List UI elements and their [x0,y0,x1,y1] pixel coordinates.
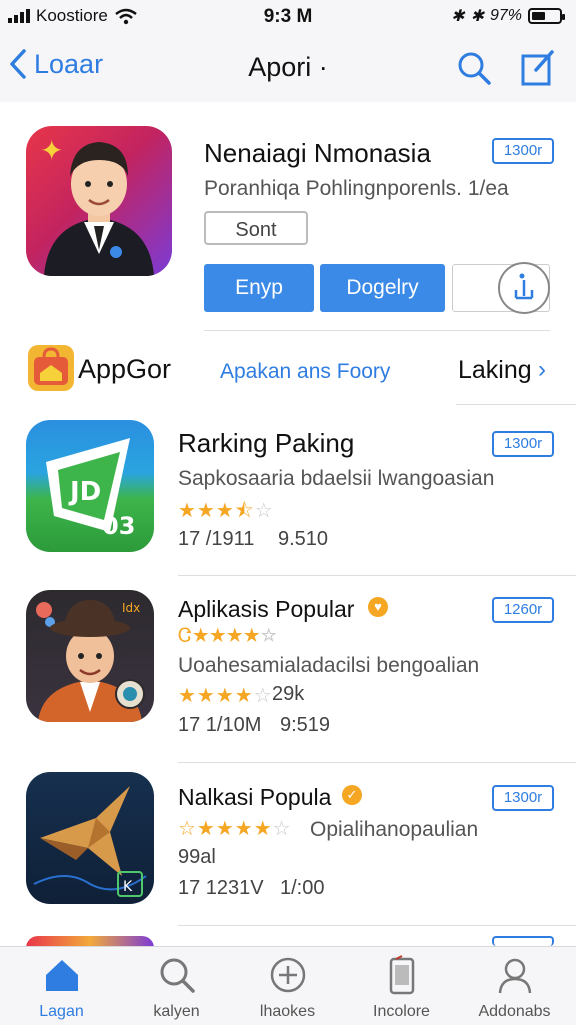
character-icon: Idx [36,600,145,722]
featured-size-badge: 1300r [492,138,554,164]
section-link[interactable]: Apakan ans Foory [220,360,390,384]
secondary-action-button[interactable]: Dogelry [320,264,445,312]
sort-button[interactable]: Sont [204,211,308,245]
compose-icon[interactable] [518,48,558,88]
icon-badge: Idx [122,601,140,615]
tab-search[interactable]: kalyen [119,947,234,1025]
tab-bar: Lagan kalyen lhaokes Incolore Addonabs [0,946,576,1025]
divider [178,575,576,576]
add-circle-icon [270,957,306,993]
origami-bird-icon: K [33,786,147,897]
review-count: 17 1231V [178,877,264,899]
verified-badge-icon: ✓ [342,785,362,805]
star-rating: ★★★★☆ [178,685,273,707]
size-badge: 1260r [492,597,554,623]
divider [456,404,576,405]
tab-label: Lagan [39,1003,84,1020]
status-right: ✱ ✱ 97% [451,6,565,26]
list-item-description: Opialihanopaulian [310,818,479,841]
svg-text:✦: ✦ [40,134,63,167]
tab-label: kalyen [153,1003,200,1020]
svg-text:K: K [123,879,133,895]
search-icon [160,958,195,993]
tab-add[interactable]: lhaokes [230,947,345,1025]
home-icon [46,960,78,991]
divider [178,925,576,926]
size-badge-peek [492,936,554,946]
rating-label: 29k [272,683,305,705]
section-title: AppGor [78,354,172,384]
character-avatar-icon: ✦ [40,134,154,276]
divider [178,762,576,763]
score: 9:519 [280,714,331,736]
list-item-title[interactable]: Aplikasis Popular [178,596,354,623]
star-rating: ☆★★★★☆ [178,818,292,840]
divider [204,330,550,331]
review-count: 17 1/10M [178,714,262,736]
review-count: 17 /1911 [178,528,255,550]
featured-app-title[interactable]: Nenaiagi Nmonasia [204,138,431,169]
bluetooth-icon-2: ✱ [470,8,484,25]
svg-text:JD: JD [68,477,101,507]
verified-badge-icon: ♥ [368,597,388,617]
chevron-right-icon[interactable]: › [538,356,546,384]
status-bar: Koostiore 9:3 M ✱ ✱ 97% [0,0,576,34]
tab-home[interactable]: Lagan [4,947,119,1025]
tab-phone[interactable]: Incolore [344,947,459,1025]
list-item-description: Uoahesamialadacilsi bengoalian [178,654,480,677]
battery-percent: 97% [489,7,522,24]
list-item-icon[interactable]: K [26,772,154,904]
tab-label: Addonabs [478,1003,551,1020]
battery-icon [528,8,565,24]
list-item-extra: 99al [178,846,216,868]
download-button[interactable] [498,262,550,314]
navigation-bar: Loaar Apori · [0,34,576,102]
featured-app-subtitle: Poranhiqa Pohlingnporenls. 1/ea [204,177,509,200]
bluetooth-icon: ✱ [451,8,465,25]
tab-label: Incolore [373,1003,430,1020]
list-item-description: Sapkosaaria bdaelsii lwangoasian [178,467,495,490]
play-flag-icon: JD 03 [46,438,135,540]
tab-label: lhaokes [259,1003,316,1020]
phone-icon [389,955,415,995]
star-rating: ★★★⯪☆ [178,500,274,522]
size-badge: 1300r [492,431,554,457]
tab-profile[interactable]: Addonabs [457,947,572,1025]
section-bag-icon [28,345,74,391]
list-item-icon[interactable]: Idx [26,590,154,722]
score: 9.510 [278,528,329,550]
score: 1/:00 [280,877,325,899]
profile-icon [498,958,532,994]
download-icon [514,273,534,300]
primary-action-button[interactable]: Enyp [204,264,314,312]
search-icon[interactable] [454,48,494,88]
featured-app-icon[interactable]: ✦ [26,126,172,276]
list-item-icon[interactable]: JD 03 [26,420,154,552]
section-see-all[interactable]: Laking [458,356,532,385]
list-item-title[interactable]: Rarking Paking [178,428,354,459]
icon-label: 03 [102,512,135,540]
list-item-title[interactable]: Nalkasi Popula [178,784,331,811]
star-rating-top: Ꮳ★★★★☆ [178,625,278,647]
size-badge: 1300r [492,785,554,811]
